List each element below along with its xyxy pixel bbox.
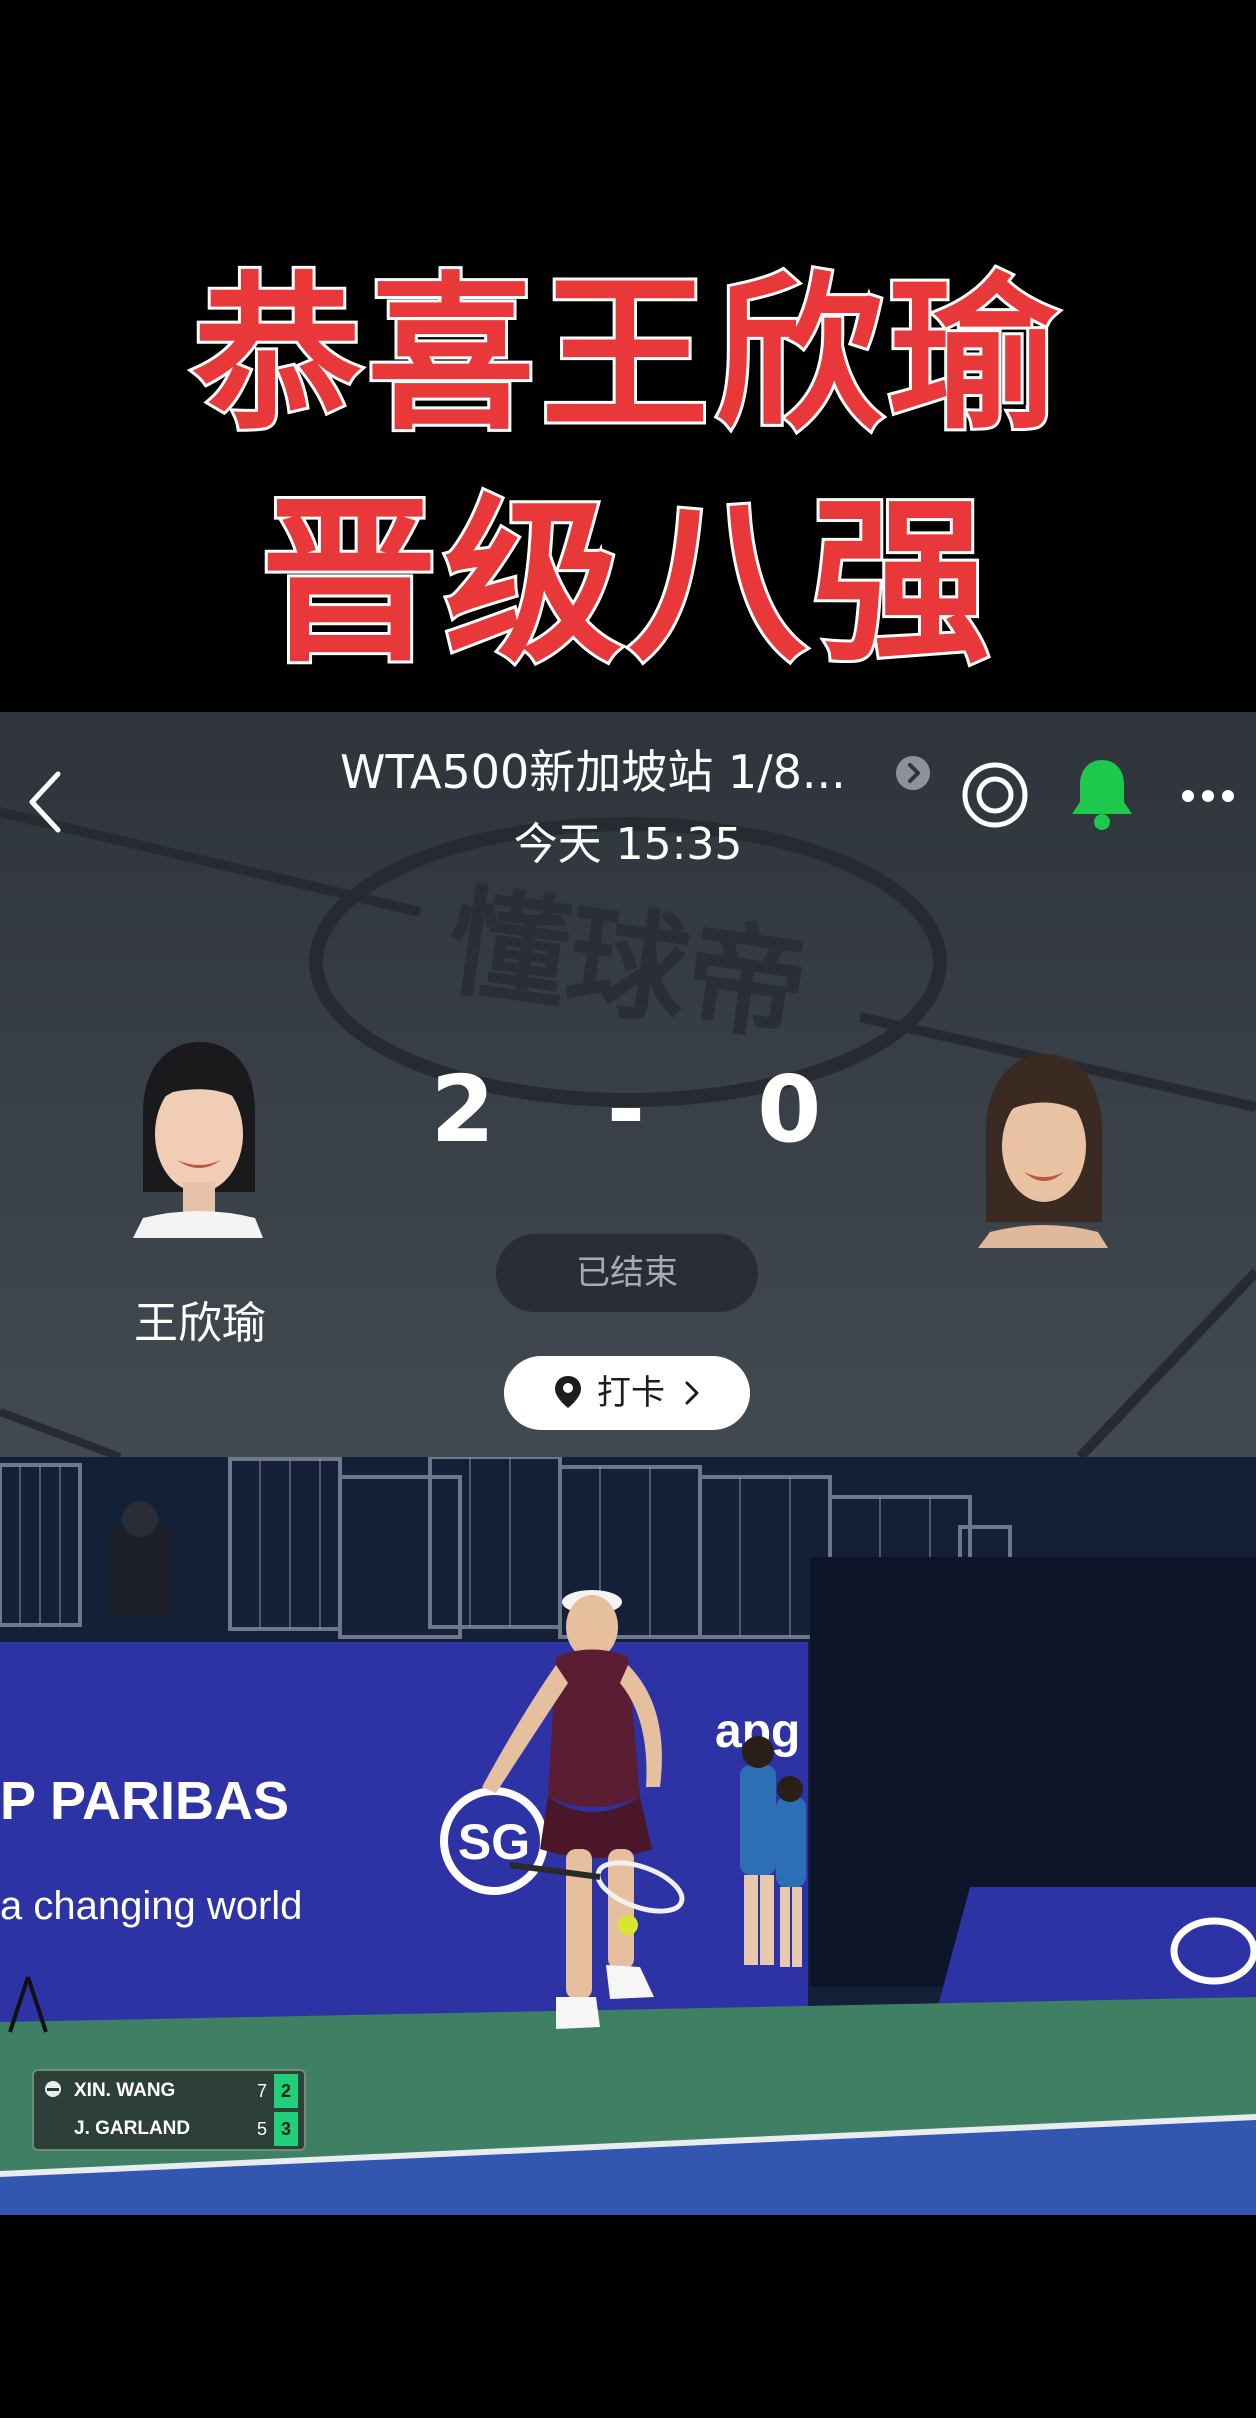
- headline-line-1: 恭喜王欣瑜: [190, 254, 1063, 456]
- match-video-frame[interactable]: P PARIBAS a changing world apg SG XIN. W…: [0, 1457, 1256, 2215]
- away-score: 0: [757, 1056, 826, 1163]
- sponsor-text-world: a changing world: [0, 1884, 302, 1928]
- scorebug-set2: 3: [274, 2112, 298, 2146]
- scorebug-player-name: J. GARLAND: [74, 2118, 191, 2139]
- score-separator: -: [606, 1056, 650, 1163]
- scorebug: XIN. WANG 7 2 J. GARLAND 5 3: [32, 2069, 306, 2151]
- scorebug-set1: 7: [256, 2081, 267, 2101]
- headline-banner: 恭喜王欣瑜 晋级八强: [0, 0, 1256, 712]
- scorebug-set1: 5: [256, 2119, 267, 2139]
- watermark-text: 懂球帝: [439, 873, 815, 1061]
- bottom-spacer: [0, 2215, 1256, 2418]
- away-player-avatar[interactable]: [978, 1052, 1108, 1248]
- home-player-avatar[interactable]: [133, 1042, 263, 1238]
- scorebug-set2: 2: [274, 2074, 298, 2108]
- location-pin-icon: [555, 1376, 581, 1408]
- match-header: 懂球帝 WTA500新加坡站 1/8... 今天 15:35 王欣瑜 2 - 0…: [0, 712, 1256, 1457]
- scorebug-player-name: XIN. WANG: [74, 2080, 176, 2101]
- match-status-badge: 已结束: [496, 1234, 758, 1312]
- sponsor-text-paribas: P PARIBAS: [0, 1771, 289, 1831]
- sg-logo-text: SG: [458, 1814, 530, 1870]
- home-score: 2: [430, 1056, 499, 1163]
- match-score: 2 - 0: [400, 1050, 856, 1170]
- checkin-button[interactable]: 打卡: [504, 1356, 750, 1430]
- scorebug-row: J. GARLAND 5 3: [34, 2111, 304, 2147]
- match-title[interactable]: WTA500新加坡站 1/8...: [340, 736, 900, 808]
- scorebug-row: XIN. WANG 7 2: [34, 2073, 304, 2109]
- headline-line-2: 晋级八强: [257, 476, 996, 689]
- more-icon[interactable]: [1180, 788, 1236, 804]
- target-icon[interactable]: [960, 760, 1030, 830]
- bell-icon[interactable]: [1068, 756, 1136, 832]
- checkin-label: 打卡: [597, 1373, 665, 1413]
- chevron-right-icon: [685, 1381, 699, 1405]
- home-player-name[interactable]: 王欣瑜: [80, 1294, 320, 1354]
- chevron-right-icon[interactable]: [896, 756, 930, 790]
